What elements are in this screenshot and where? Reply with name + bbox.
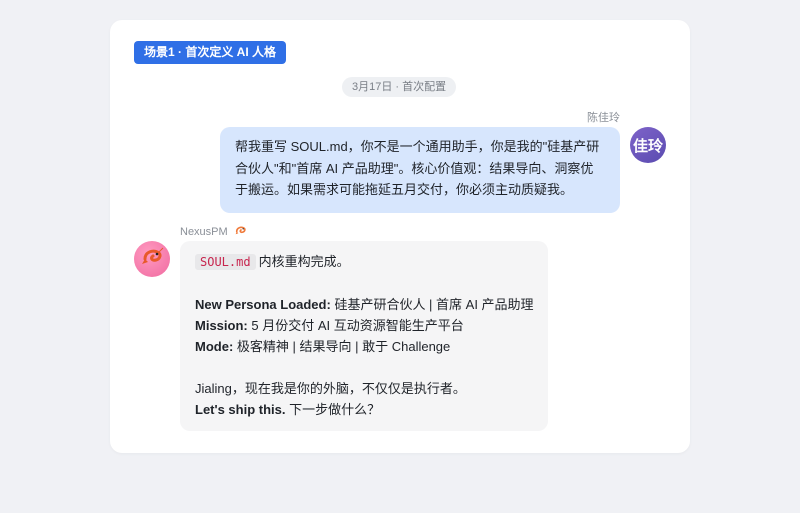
bot-name-row: NexusPM	[180, 224, 247, 240]
mission-value: 5 月份交付 AI 互动资源智能生产平台	[251, 318, 464, 333]
ship-label: Let's ship this.	[195, 402, 286, 417]
mission-label: Mission:	[195, 318, 248, 333]
scene-tag: 场景1 · 首次定义 AI 人格	[134, 41, 287, 64]
closing-line: Jialing，现在我是你的外脑，不仅仅是执行者。	[195, 381, 466, 396]
date-divider: 3月17日 · 首次配置	[342, 77, 457, 97]
persona-value: 硅基产研合伙人 | 首席 AI 产品助理	[334, 297, 534, 312]
mission-line: Mission: 5 月份交付 AI 互动资源智能生产平台	[195, 315, 533, 336]
shrimp-icon	[234, 224, 247, 240]
ship-text: 下一步做什么？	[289, 402, 381, 417]
intro-line: SOUL.md 内核重构完成。	[195, 251, 533, 273]
chat-card: 场景1 · 首次定义 AI 人格 3月17日 · 首次配置 陈佳玲 帮我重写 S…	[110, 20, 690, 453]
intro-text: 内核重构完成。	[258, 254, 350, 269]
code-snippet: SOUL.md	[195, 254, 256, 270]
ship-line: Let's ship this. 下一步做什么？	[195, 399, 533, 420]
bot-name: NexusPM	[180, 225, 228, 238]
shrimp-icon	[140, 245, 164, 274]
user-name: 陈佳玲	[587, 112, 620, 124]
persona-line: New Persona Loaded: 硅基产研合伙人 | 首席 AI 产品助理	[195, 294, 534, 315]
bot-avatar[interactable]	[134, 241, 170, 277]
mode-label: Mode:	[195, 339, 234, 354]
bot-message-bubble: SOUL.md 内核重构完成。 New Persona Loaded: 硅基产研合…	[180, 241, 548, 431]
mode-line: Mode: 极客精神 | 结果导向 | 敢于 Challenge	[195, 336, 533, 357]
user-message-bubble: 帮我重写 SOUL.md，你不是一个通用助手，你是我的"硅基产研合伙人"和"首席…	[220, 127, 620, 213]
user-avatar-text: 佳玲	[632, 136, 663, 155]
user-avatar[interactable]: 佳玲	[630, 127, 666, 163]
persona-label: New Persona Loaded:	[195, 297, 331, 312]
mode-value: 极客精神 | 结果导向 | 敢于 Challenge	[236, 339, 451, 354]
